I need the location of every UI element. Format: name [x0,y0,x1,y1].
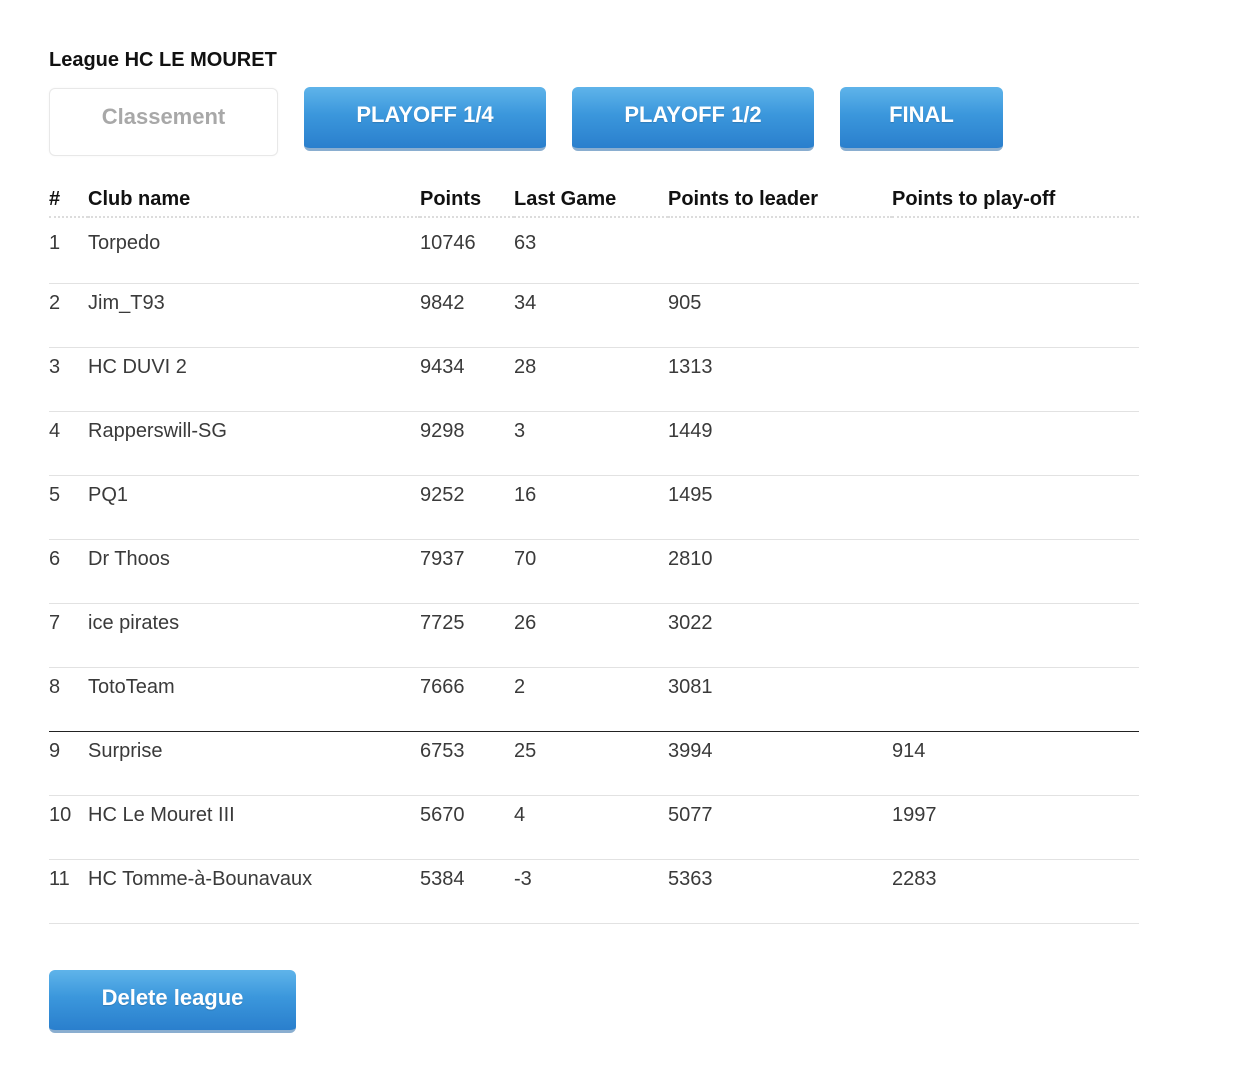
cell-rank: 10 [49,795,88,860]
cell-club-name: TotoTeam [88,667,420,732]
cell-rank: 4 [49,411,88,476]
cell-last-game: 28 [514,347,668,412]
cell-club-name: HC DUVI 2 [88,347,420,412]
league-page: League HC LE MOURET Classement PLAYOFF 1… [49,46,1139,1033]
table-row: 11 HC Tomme-à-Bounavaux 5384 -3 5363 228… [49,859,1139,924]
cell-rank: 2 [49,283,88,348]
cell-points: 9434 [420,347,514,412]
cell-points: 7937 [420,539,514,604]
cell-points-to-leader: 2810 [668,539,892,604]
header-club-name: Club name [88,182,420,218]
cell-rank: 7 [49,603,88,668]
tab-playoff-quarter[interactable]: PLAYOFF 1/4 [304,87,546,151]
cell-club-name: Dr Thoos [88,539,420,604]
cell-points-to-leader: 1449 [668,411,892,476]
cell-club-name: HC Le Mouret III [88,795,420,860]
table-row: 1 Torpedo 10746 63 [49,217,1139,284]
tab-playoff-semi[interactable]: PLAYOFF 1/2 [572,87,814,151]
cell-last-game: 34 [514,283,668,348]
cell-points: 6753 [420,731,514,796]
table-row: 6 Dr Thoos 7937 70 2810 [49,539,1139,604]
cell-points-to-playoff: 914 [892,731,1139,796]
cell-points: 9842 [420,283,514,348]
tab-bar: Classement PLAYOFF 1/4 PLAYOFF 1/2 FINAL [49,87,1139,157]
header-points-to-playoff: Points to play-off [892,182,1139,218]
header-points: Points [420,182,514,218]
cell-points-to-leader: 1313 [668,347,892,412]
cell-club-name: Rapperswill-SG [88,411,420,476]
cell-rank: 6 [49,539,88,604]
cell-points-to-playoff [892,475,1139,540]
cell-points-to-playoff [892,217,1139,284]
cell-points-to-playoff: 1997 [892,795,1139,860]
cell-points: 9298 [420,411,514,476]
cell-club-name: HC Tomme-à-Bounavaux [88,859,420,924]
cell-last-game: -3 [514,859,668,924]
cell-points-to-playoff [892,347,1139,412]
cell-points-to-playoff [892,539,1139,604]
tab-final[interactable]: FINAL [840,87,1003,151]
cell-rank: 11 [49,859,88,924]
cell-points-to-playoff [892,603,1139,668]
cell-last-game: 2 [514,667,668,732]
cell-points: 7725 [420,603,514,668]
cell-club-name: Jim_T93 [88,283,420,348]
cell-points-to-leader: 3022 [668,603,892,668]
delete-league-button[interactable]: Delete league [49,970,296,1033]
table-row: 7 ice pirates 7725 26 3022 [49,603,1139,668]
cell-points: 7666 [420,667,514,732]
cell-club-name: Surprise [88,731,420,796]
cell-last-game: 3 [514,411,668,476]
header-rank: # [49,182,88,218]
cell-rank: 1 [49,217,88,284]
cell-last-game: 4 [514,795,668,860]
cell-last-game: 63 [514,217,668,284]
cell-points-to-playoff: 2283 [892,859,1139,924]
cell-points-to-leader: 905 [668,283,892,348]
league-title: League HC LE MOURET [49,49,277,71]
cell-last-game: 25 [514,731,668,796]
table-row: 2 Jim_T93 9842 34 905 [49,283,1139,348]
cell-points: 9252 [420,475,514,540]
cell-points-to-leader: 5077 [668,795,892,860]
cell-last-game: 16 [514,475,668,540]
standings-table: # Club name Points Last Game Points to l… [49,182,1139,924]
cell-points-to-playoff [892,411,1139,476]
cell-points: 5670 [420,795,514,860]
cell-rank: 9 [49,731,88,796]
cell-points-to-leader: 3994 [668,731,892,796]
table-row: 10 HC Le Mouret III 5670 4 5077 1997 [49,795,1139,860]
table-row: 5 PQ1 9252 16 1495 [49,475,1139,540]
cell-club-name: ice pirates [88,603,420,668]
cell-points-to-playoff [892,283,1139,348]
cell-club-name: Torpedo [88,217,420,284]
cell-points-to-leader: 1495 [668,475,892,540]
cell-last-game: 70 [514,539,668,604]
table-header-row: # Club name Points Last Game Points to l… [49,182,1139,218]
header-last-game: Last Game [514,182,668,218]
cell-points: 5384 [420,859,514,924]
cell-club-name: PQ1 [88,475,420,540]
cell-points-to-playoff [892,667,1139,732]
cell-points-to-leader [668,217,892,284]
cell-rank: 5 [49,475,88,540]
header-points-to-leader: Points to leader [668,182,892,218]
cell-rank: 3 [49,347,88,412]
cell-points-to-leader: 5363 [668,859,892,924]
table-row: 9 Surprise 6753 25 3994 914 [49,731,1139,796]
tab-classement[interactable]: Classement [49,88,278,156]
cell-points-to-leader: 3081 [668,667,892,732]
table-row-playoff-cutoff: 8 TotoTeam 7666 2 3081 [49,667,1139,732]
table-row: 3 HC DUVI 2 9434 28 1313 [49,347,1139,412]
table-row: 4 Rapperswill-SG 9298 3 1449 [49,411,1139,476]
cell-points: 10746 [420,217,514,284]
cell-rank: 8 [49,667,88,732]
cell-last-game: 26 [514,603,668,668]
